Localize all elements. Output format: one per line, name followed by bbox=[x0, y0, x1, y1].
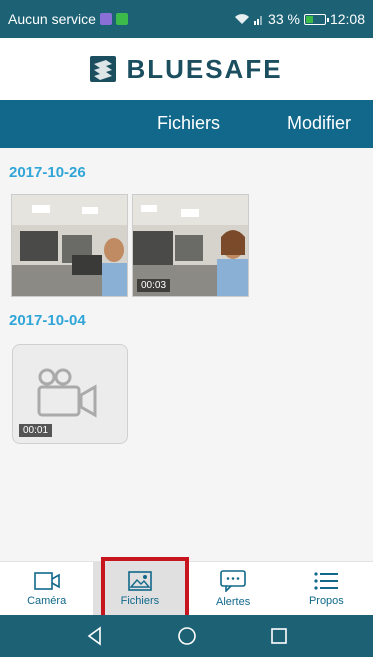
video-thumbnail[interactable] bbox=[11, 194, 128, 297]
tab-label: Caméra bbox=[27, 594, 67, 607]
files-list[interactable]: 2017-10-26 00:03 2017-10-04 00:01 bbox=[0, 148, 373, 561]
app-notification-icon bbox=[115, 13, 128, 25]
video-duration: 00:01 bbox=[19, 424, 53, 437]
system-nav-bar bbox=[0, 615, 373, 657]
carrier-label: Aucun service bbox=[8, 11, 96, 27]
brand-header: BLUESAFE bbox=[0, 38, 373, 100]
video-frame-image bbox=[12, 195, 127, 296]
page-title: Fichiers bbox=[157, 113, 221, 133]
camera-icon bbox=[33, 571, 60, 590]
status-bar: Aucun service 33 % 12:08 bbox=[0, 0, 373, 38]
video-placeholder-thumbnail[interactable]: 00:01 bbox=[12, 344, 128, 444]
tab-label: Propos bbox=[308, 594, 344, 607]
brand-name: BLUESAFE bbox=[126, 53, 283, 84]
bottom-tab-bar: Caméra Fichiers Alertes Propos bbox=[0, 561, 373, 615]
video-thumbnail[interactable]: 00:03 bbox=[132, 194, 249, 297]
back-icon[interactable] bbox=[84, 625, 106, 647]
menu-icon bbox=[314, 571, 339, 590]
video-duration: 00:03 bbox=[137, 279, 171, 292]
home-icon[interactable] bbox=[176, 625, 198, 647]
battery-label: 33 % bbox=[268, 11, 300, 27]
battery-icon bbox=[303, 13, 329, 25]
tab-label: Alertes bbox=[216, 595, 251, 608]
message-icon bbox=[220, 569, 246, 592]
tab-camera[interactable]: Caméra bbox=[0, 562, 93, 615]
video-camera-icon bbox=[37, 368, 97, 418]
tab-files[interactable]: Fichiers bbox=[93, 562, 187, 615]
tab-alerts[interactable]: Alertes bbox=[187, 562, 280, 615]
tab-label: Fichiers bbox=[120, 594, 160, 607]
recents-icon[interactable] bbox=[268, 625, 290, 647]
modify-button[interactable]: Modifier bbox=[287, 113, 351, 134]
wifi-icon bbox=[235, 14, 250, 24]
image-icon bbox=[128, 570, 152, 591]
top-header: Fichiers Modifier bbox=[0, 100, 373, 148]
bluesafe-logo-icon bbox=[90, 56, 117, 82]
signal-icon bbox=[254, 16, 263, 25]
date-header: 2017-10-26 bbox=[9, 164, 86, 181]
clock: 12:08 bbox=[329, 11, 365, 27]
notification-icon bbox=[99, 13, 112, 25]
date-header: 2017-10-04 bbox=[9, 312, 86, 329]
tab-about[interactable]: Propos bbox=[280, 562, 373, 615]
